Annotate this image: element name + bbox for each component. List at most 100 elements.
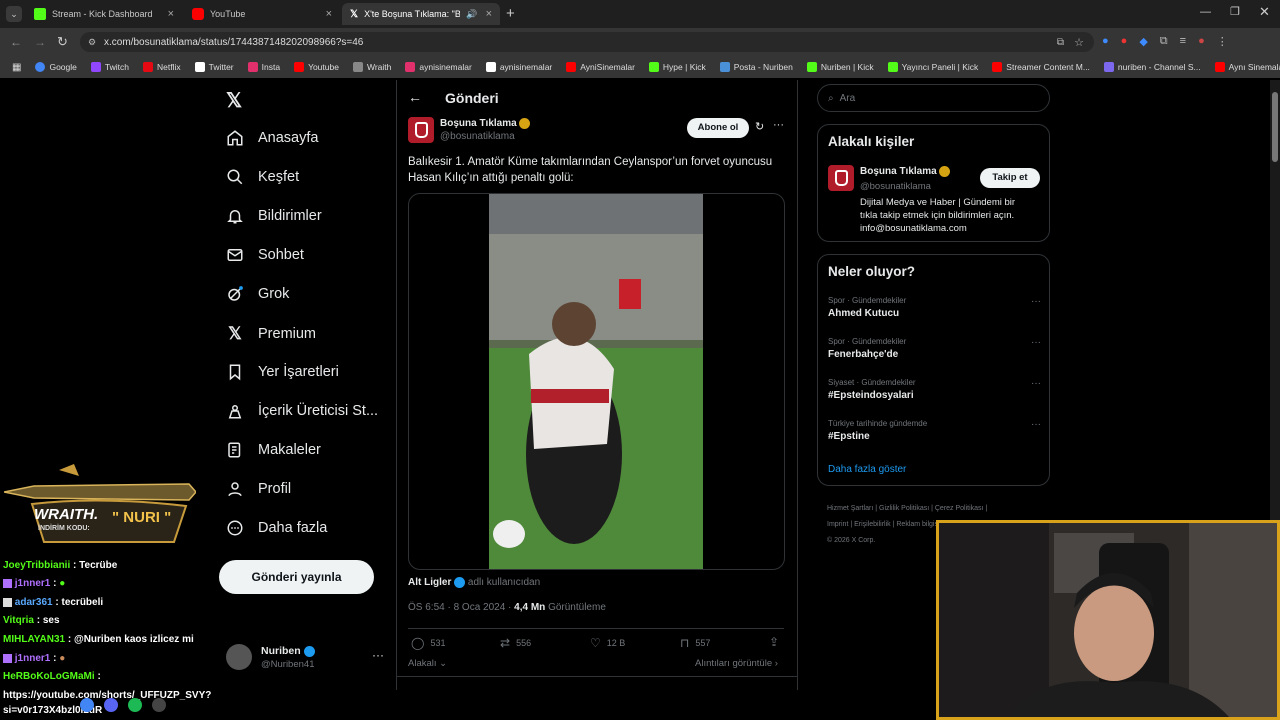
follow-button[interactable]: Takip et — [980, 168, 1040, 188]
bookmark-wraith[interactable]: Wraith — [352, 62, 391, 72]
star-icon[interactable]: ☆ — [1074, 36, 1084, 49]
extension-red-icon[interactable]: ● — [1121, 35, 1128, 48]
relevant-sort[interactable]: Alakalı ⌄ — [408, 658, 447, 669]
nav-explore[interactable]: Keşfet — [226, 168, 299, 186]
nav-grok[interactable]: Grok — [226, 285, 289, 303]
bookmark-posta[interactable]: Posta - Nuriben — [719, 62, 793, 72]
account-switcher[interactable]: Nuriben @Nuriben41 ··· — [226, 644, 386, 674]
nav-chat[interactable]: Sohbet — [226, 246, 304, 264]
nav-notifications[interactable]: Bildirimler — [226, 207, 322, 225]
more-icon[interactable]: ··· — [1031, 419, 1041, 430]
close-window-button[interactable]: ✕ — [1259, 4, 1270, 20]
more-icon[interactable]: ··· — [1031, 296, 1041, 307]
maximize-button[interactable]: ❐ — [1230, 5, 1240, 18]
discord-icon[interactable] — [104, 698, 118, 712]
extension-shield-icon[interactable]: ◆ — [1139, 35, 1147, 48]
tab-kick-dashboard[interactable]: Stream - Kick Dashboard × — [26, 3, 182, 25]
tab-search-button[interactable]: ⌄ — [6, 6, 22, 22]
author-avatar[interactable] — [408, 117, 434, 143]
bookmark-ayni-sinemalar[interactable]: Aynı Sinemalar - Ça... — [1214, 62, 1280, 72]
show-more-link[interactable]: Daha fazla göster — [828, 464, 906, 475]
back-arrow-icon[interactable]: ← — [408, 89, 422, 105]
forward-button[interactable]: → — [34, 35, 46, 49]
apps-icon[interactable]: ▦ — [12, 62, 21, 73]
bookmark-streamer-content[interactable]: Streamer Content M... — [992, 62, 1090, 72]
google-icon — [35, 62, 46, 72]
tab-x-post[interactable]: 𝕏 X'te Boşuna Tıklama: "Balık... 🔊 × — [342, 3, 500, 25]
more-icon[interactable]: ··· — [773, 119, 784, 131]
bookmark-nuriben-kick[interactable]: Nuriben | Kick — [806, 62, 874, 72]
bookmark-yayinci-paneli[interactable]: Yayıncı Paneli | Kick — [887, 62, 978, 72]
trend-item[interactable]: Spor · Gündemdekiler Fenerbahçe'de ··· — [828, 337, 1041, 360]
nav-profile[interactable]: Profil — [226, 480, 291, 498]
install-icon[interactable]: ⧉ — [1057, 37, 1064, 48]
nav-bookmarks[interactable]: Yer İşaretleri — [226, 363, 339, 381]
site-info-icon[interactable]: ⚙ — [88, 37, 96, 48]
youtube-icon — [1214, 62, 1225, 72]
person-name[interactable]: Boşuna Tıklama — [860, 166, 951, 177]
bookmark-netflix[interactable]: Netflix — [142, 62, 181, 72]
menu-icon[interactable]: ⋮ — [1217, 35, 1228, 48]
speaker-icon[interactable]: 🔊 — [466, 9, 477, 20]
bookmark-twitch[interactable]: Twitch — [90, 62, 129, 72]
media-icon[interactable]: ≡ — [1180, 35, 1186, 48]
more-icon[interactable]: ··· — [1031, 337, 1041, 348]
trend-item[interactable]: Siyaset · Gündemdekiler #Epsteindosyalari… — [828, 378, 1041, 401]
bookmark-aynisinemalar-x[interactable]: aynisinemalar — [485, 62, 552, 72]
bookmark-channel-stats[interactable]: nuriben - Channel S... — [1103, 62, 1201, 72]
trend-item[interactable]: Türkiye tarihinde gündemde #Epstine ··· — [828, 419, 1041, 442]
bookmark-button[interactable]: ⊓ 557 — [680, 636, 710, 650]
search-icon: ⌕ — [828, 92, 834, 104]
bookmark-youtube[interactable]: Youtube — [294, 62, 339, 72]
instagram-icon — [247, 62, 258, 72]
bookmark-google[interactable]: Google — [35, 62, 77, 72]
x-logo[interactable]: 𝕏 — [226, 88, 242, 113]
new-tab-button[interactable]: + — [506, 5, 515, 22]
view-quotes-link[interactable]: Alıntıları görüntüle › — [695, 658, 778, 669]
scrollbar-thumb[interactable] — [1272, 92, 1278, 162]
bookmark-aynisinemalar-yt[interactable]: AyniSinemalar — [566, 62, 635, 72]
obs-icon[interactable] — [152, 698, 166, 712]
trend-item[interactable]: Spor · Gündemdekiler Ahmed Kutucu ··· — [828, 296, 1041, 319]
person-handle: @bosunatiklama — [860, 181, 931, 192]
close-icon[interactable]: × — [486, 8, 492, 20]
reload-button[interactable]: ↻ — [57, 34, 68, 50]
bookmark-twitter[interactable]: Twitter — [194, 62, 234, 72]
bookmark-hype-kick[interactable]: Hype | Kick — [648, 62, 706, 72]
author-name[interactable]: Boşuna Tıklama — [440, 118, 531, 129]
close-icon[interactable]: × — [326, 8, 332, 20]
spotify-icon[interactable] — [128, 698, 142, 712]
nav-more[interactable]: Daha fazla — [226, 519, 327, 537]
sponsor-banner: WRAITH. İNDİRİM KODU: " NURI " — [4, 462, 196, 544]
x-icon — [485, 62, 496, 72]
chrome-icon[interactable] — [80, 698, 94, 712]
minimize-button[interactable]: — — [1200, 6, 1211, 18]
bookmark-insta[interactable]: Insta — [247, 62, 280, 72]
like-button[interactable]: ♡ 12 B — [590, 636, 625, 650]
extensions-puzzle-icon[interactable]: ⧉ — [1160, 35, 1168, 48]
nav-premium[interactable]: 𝕏 Premium — [226, 324, 316, 344]
more-icon[interactable]: ··· — [1031, 378, 1041, 389]
nav-articles[interactable]: Makaleler — [226, 441, 321, 459]
close-icon[interactable]: × — [168, 8, 174, 20]
back-button[interactable]: ← — [10, 35, 22, 49]
search-box[interactable]: ⌕ Ara — [817, 84, 1050, 112]
repost-button[interactable]: ⇄ 556 — [500, 636, 531, 650]
video-player[interactable] — [408, 193, 785, 570]
bookmark-aynisinemalar-insta[interactable]: aynisinemalar — [405, 62, 472, 72]
nav-home[interactable]: Anasayfa — [226, 129, 318, 147]
source-attribution[interactable]: Alt Ligler adlı kullanıcıdan — [408, 577, 540, 588]
share-icon[interactable]: ⇪ — [769, 635, 779, 649]
profile-avatar-icon[interactable]: ● — [1198, 35, 1205, 48]
grok-icon[interactable]: ↻ — [755, 120, 764, 133]
nav-creator-studio[interactable]: İçerik Üreticisi St... — [226, 402, 378, 420]
post-button[interactable]: Gönderi yayınla — [219, 560, 374, 594]
person-avatar[interactable] — [828, 165, 854, 191]
subscribe-button[interactable]: Abone ol — [687, 118, 749, 138]
reply-button[interactable]: ◯ 531 — [411, 636, 445, 650]
avatar — [226, 644, 252, 670]
more-icon[interactable]: ··· — [372, 648, 384, 662]
address-bar[interactable]: ⚙ x.com/bosunatiklama/status/17443871482… — [80, 32, 1094, 52]
extension-blue-icon[interactable]: ● — [1102, 35, 1109, 48]
tab-youtube[interactable]: YouTube × — [184, 3, 340, 25]
